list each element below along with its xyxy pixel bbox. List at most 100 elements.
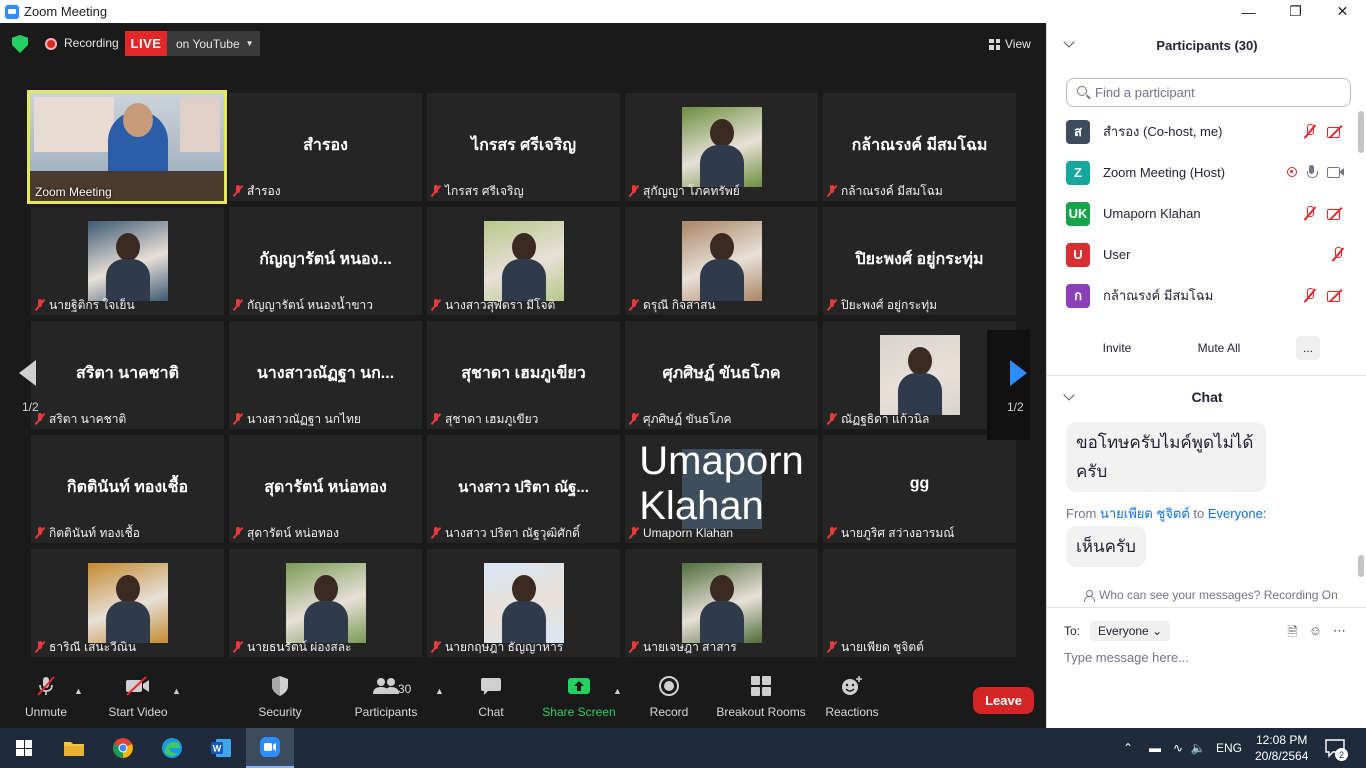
close-button[interactable]: ✕: [1319, 0, 1366, 23]
participant-name: กล้าณรงค์ มีสมโฉม: [1103, 288, 1214, 303]
video-camera-icon[interactable]: [1327, 166, 1345, 178]
recording-label[interactable]: Recording: [64, 36, 119, 50]
sender-name-link[interactable]: นายเพียด ชูจิตต์: [1100, 506, 1190, 521]
video-tile[interactable]: นางสาวสุพัตรา มีโจติ: [427, 207, 620, 315]
live-target-dropdown[interactable]: on YouTube ▼: [167, 31, 260, 56]
video-tile[interactable]: นายกฤษฎา ธัญญาหาร: [427, 549, 620, 657]
muted-mic-icon[interactable]: [1303, 206, 1317, 221]
video-tile[interactable]: นายธนรัตน์ ผ่องสละ: [229, 549, 422, 657]
next-page-arrow-icon[interactable]: [1010, 360, 1027, 386]
video-tile[interactable]: นางสาวณัฏฐา นก... นางสาวณัฏฐา นกไทย: [229, 321, 422, 429]
audio-options-chevron-icon[interactable]: ▲: [74, 686, 83, 696]
muted-mic-icon[interactable]: [1331, 247, 1345, 262]
live-badge[interactable]: LIVE: [125, 31, 167, 56]
chevron-up-icon[interactable]: ⌃: [1120, 741, 1136, 755]
muted-mic-icon[interactable]: [1303, 288, 1317, 303]
video-tile[interactable]: นายเพียด ชูจิตต์: [823, 549, 1016, 657]
video-tile[interactable]: นางสาว ปริตา ณัฐ... นางสาว ปริตา ณัฐวุฒิศ…: [427, 435, 620, 543]
video-tile[interactable]: กล้าณรงค์ มีสมโฉม กล้าณรงค์ มีสมโฉม: [823, 93, 1016, 201]
unmute-button[interactable]: Unmute: [22, 670, 70, 728]
video-tile[interactable]: gg นายภูริศ สว่างอารมณ์: [823, 435, 1016, 543]
speaker-icon[interactable]: 🔈: [1190, 741, 1206, 755]
video-tile-active-speaker[interactable]: Zoom Meeting: [27, 90, 227, 204]
start-video-button[interactable]: Start Video: [106, 670, 170, 728]
participants-options-chevron-icon[interactable]: ▲: [435, 686, 444, 696]
reactions-button[interactable]: Reactions: [824, 670, 880, 728]
video-tile[interactable]: นายเจษฎา สาสาร: [625, 549, 818, 657]
word-app[interactable]: W: [197, 728, 245, 768]
video-tile[interactable]: นายฐิติกร ใจเย็น: [31, 207, 224, 315]
more-options-button[interactable]: ...: [1296, 336, 1320, 360]
chrome-app[interactable]: [99, 728, 147, 768]
edge-app[interactable]: [148, 728, 196, 768]
participant-row[interactable]: UK Umaporn Klahan: [1047, 193, 1357, 234]
video-tile[interactable]: ไกรสร ศรีเจริญ ไกรสร ศรีเจริญ: [427, 93, 620, 201]
tile-display-name: gg: [909, 475, 930, 492]
tile-label-text: ศุภศิษฏ์ ขันธโภค: [643, 411, 732, 426]
chat-scrollbar[interactable]: [1358, 555, 1364, 577]
share-screen-button[interactable]: Share Screen: [542, 670, 616, 728]
video-off-icon[interactable]: [1327, 207, 1345, 220]
muted-mic-icon[interactable]: [1303, 124, 1317, 139]
muted-mic-icon: [827, 413, 837, 425]
start-button[interactable]: [0, 728, 48, 768]
mic-icon[interactable]: [1307, 165, 1318, 179]
video-tile[interactable]: ธาริณี เสนะวีณิน: [31, 549, 224, 657]
file-explorer-app[interactable]: [50, 728, 98, 768]
video-tile[interactable]: สุกัญญา โภคทรัพย์: [625, 93, 818, 201]
clock[interactable]: 12:08 PM 20/8/2564: [1255, 732, 1308, 764]
prev-page-arrow-icon[interactable]: [19, 360, 36, 386]
security-button[interactable]: Security: [256, 670, 304, 728]
file-icon[interactable]: 🗎: [1287, 623, 1297, 645]
zoom-app[interactable]: [246, 728, 294, 768]
breakout-rooms-button[interactable]: Breakout Rooms: [716, 670, 806, 728]
participant-row[interactable]: ส สำรอง (Co-host, me): [1047, 111, 1357, 152]
participant-row[interactable]: U User: [1047, 234, 1357, 275]
video-tile[interactable]: ศุภศิษฏ์ ขันธโภค ศุภศิษฏ์ ขันธโภค: [625, 321, 818, 429]
view-button[interactable]: View: [983, 32, 1038, 56]
video-tile[interactable]: ดรุณี กิจสาสน: [625, 207, 818, 315]
more-icon[interactable]: ⋯: [1333, 623, 1346, 645]
language-indicator[interactable]: ENG: [1216, 741, 1242, 755]
participant-row[interactable]: Z Zoom Meeting (Host): [1047, 152, 1357, 193]
video-tile[interactable]: ปิยะพงศ์ อยู่กระทุ่ม ปิยะพงศ์ อยู่กระทุ่ม: [823, 207, 1016, 315]
video-options-chevron-icon[interactable]: ▲: [172, 686, 181, 696]
chat-message-input[interactable]: Type message here...: [1064, 650, 1189, 665]
invite-button[interactable]: Invite: [1093, 336, 1141, 360]
tile-label-text: สุดารัตน์ หน่อทอง: [247, 525, 339, 540]
encryption-shield-icon[interactable]: [12, 35, 28, 53]
leave-button[interactable]: Leave: [973, 687, 1034, 714]
video-tile[interactable]: สุชาดา เฮมภูเขียว สุชาดา เฮมภูเขียว: [427, 321, 620, 429]
collapse-chevron-icon[interactable]: [1063, 36, 1075, 48]
participant-row[interactable]: ก กล้าณรงค์ มีสมโฉม: [1047, 275, 1357, 316]
video-tile[interactable]: สุดารัตน์ หน่อทอง สุดารัตน์ หน่อทอง: [229, 435, 422, 543]
recipient-value: Everyone: [1098, 624, 1149, 638]
profile-picture-text: Umaporn Klahan: [639, 439, 804, 529]
video-tile[interactable]: กัญญารัตน์ หนอง... กัญญารัตน์ หนองน้ำขาว: [229, 207, 422, 315]
restore-button[interactable]: ❐: [1272, 0, 1319, 23]
record-button[interactable]: Record: [648, 670, 690, 728]
share-options-chevron-icon[interactable]: ▲: [613, 686, 622, 696]
message-visibility-notice[interactable]: Who can see your messages? Recording On: [1084, 588, 1338, 602]
mute-all-button[interactable]: Mute All: [1186, 336, 1252, 360]
recipient-link[interactable]: Everyone:: [1208, 506, 1267, 521]
chat-button[interactable]: Chat: [472, 670, 510, 728]
recipient-dropdown[interactable]: Everyone ⌄: [1090, 621, 1171, 641]
participant-search-input[interactable]: Find a participant: [1066, 78, 1351, 107]
video-tile[interactable]: สริตา นาคชาติ สริตา นาคชาติ: [31, 321, 224, 429]
wifi-icon[interactable]: ∿: [1170, 741, 1186, 755]
meeting-toolbar: Unmute ▲ Start Video ▲ Security Particip…: [0, 670, 1046, 728]
participant-list-scrollbar[interactable]: [1358, 111, 1364, 153]
video-tile[interactable]: Umaporn Klahan Umaporn Klahan: [625, 435, 818, 543]
notifications-button[interactable]: 2: [1324, 737, 1348, 761]
minimize-button[interactable]: —: [1225, 0, 1272, 23]
video-tile[interactable]: กิตตินันท์ ทองเชื้อ กิตตินันท์ ทองเชื้อ: [31, 435, 224, 543]
tile-label-text: สุกัญญา โภคทรัพย์: [643, 183, 740, 198]
video-tile[interactable]: สำรอง สำรอง: [229, 93, 422, 201]
video-off-icon[interactable]: [1327, 289, 1345, 302]
participants-button[interactable]: Participants 30: [352, 670, 420, 728]
battery-icon[interactable]: ▬: [1144, 741, 1166, 755]
collapse-chevron-icon[interactable]: [1063, 389, 1075, 401]
video-off-icon[interactable]: [1327, 125, 1345, 138]
emoji-icon[interactable]: ☺: [1309, 623, 1322, 645]
